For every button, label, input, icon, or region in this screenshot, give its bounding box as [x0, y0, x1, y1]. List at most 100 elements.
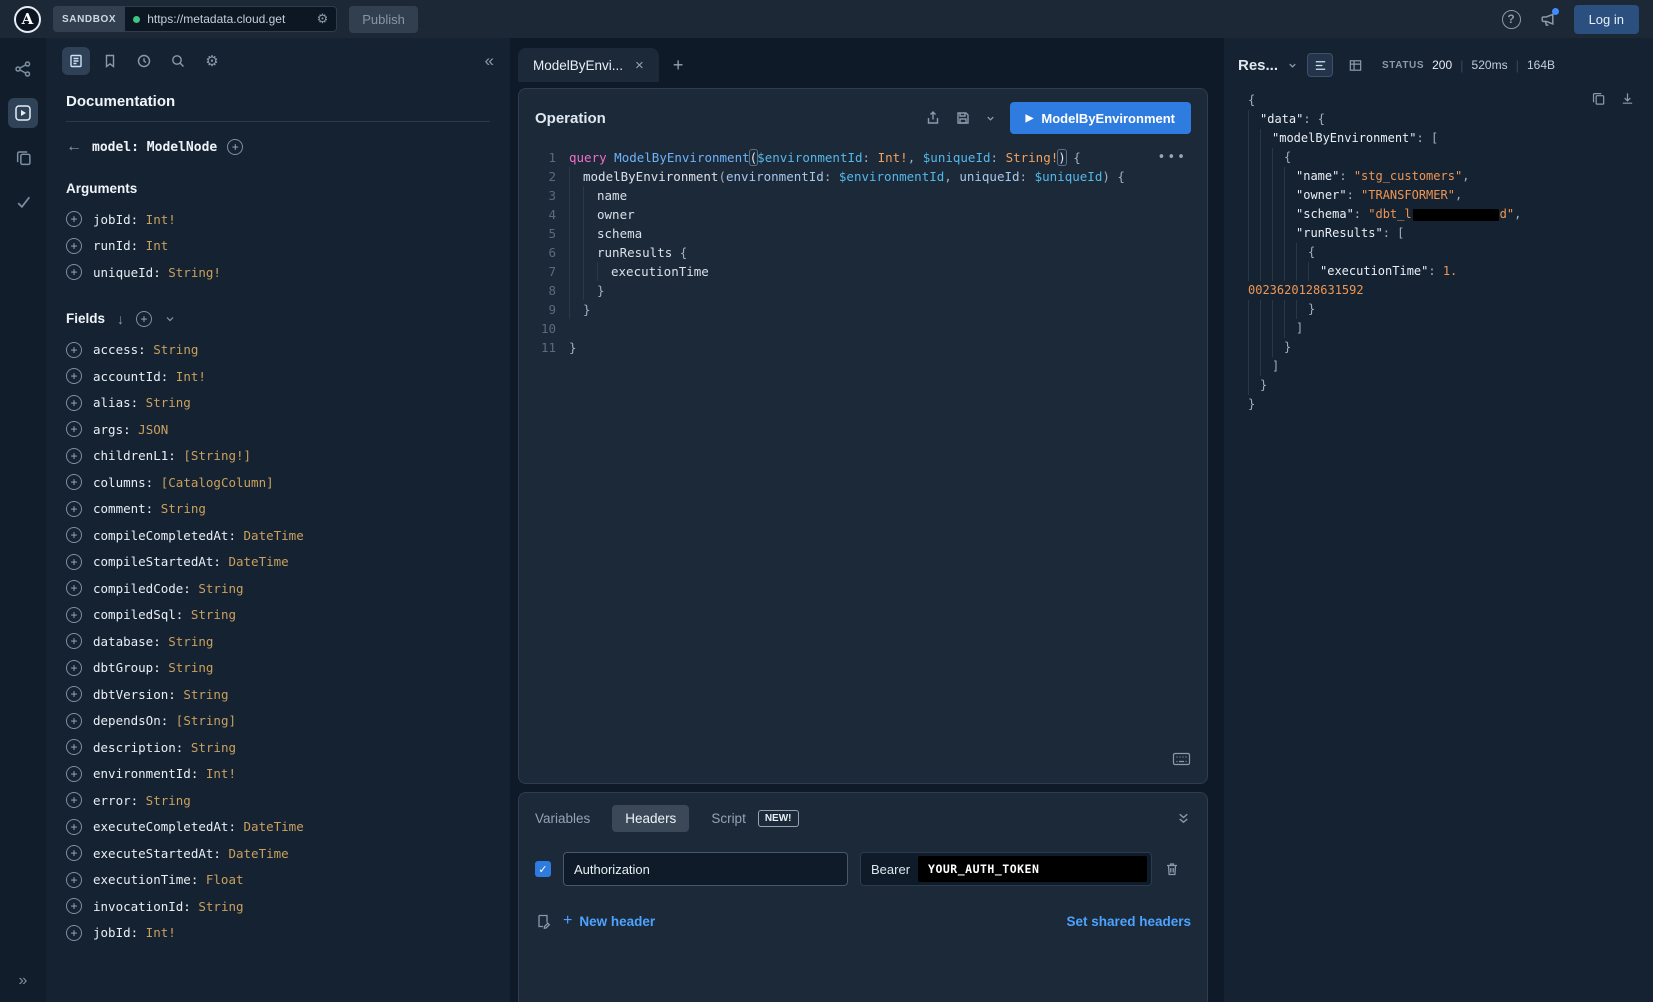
- field-type[interactable]: String: [191, 899, 244, 914]
- collections-bookmark-icon[interactable]: [96, 47, 124, 75]
- login-button[interactable]: Log in: [1574, 5, 1639, 34]
- field-name[interactable]: environmentId:: [93, 766, 198, 781]
- add-field-icon[interactable]: +: [66, 474, 82, 490]
- add-field-icon[interactable]: +: [66, 633, 82, 649]
- doc-field-row[interactable]: +error: String: [66, 787, 490, 814]
- add-type-icon[interactable]: +: [227, 139, 243, 155]
- code-line[interactable]: 8}: [519, 281, 1207, 300]
- operation-tab[interactable]: ModelByEnvi... ×: [518, 48, 659, 82]
- field-type[interactable]: String: [138, 793, 191, 808]
- doc-field-row[interactable]: +jobId: Int!: [66, 920, 490, 947]
- field-name[interactable]: executeStartedAt:: [93, 846, 221, 861]
- add-field-icon[interactable]: +: [66, 264, 82, 280]
- sort-fields-icon[interactable]: ↓: [117, 311, 124, 327]
- field-name[interactable]: executeCompletedAt:: [93, 819, 236, 834]
- add-field-icon[interactable]: +: [66, 238, 82, 254]
- add-field-icon[interactable]: +: [66, 898, 82, 914]
- add-field-icon[interactable]: +: [66, 211, 82, 227]
- field-type[interactable]: String: [183, 607, 236, 622]
- field-name[interactable]: invocationId:: [93, 899, 191, 914]
- code-line[interactable]: 7executionTime: [519, 262, 1207, 281]
- field-name[interactable]: runId:: [93, 238, 138, 253]
- add-field-icon[interactable]: +: [66, 686, 82, 702]
- field-type[interactable]: Int!: [138, 212, 176, 227]
- apollo-logo[interactable]: A: [14, 6, 41, 33]
- field-type[interactable]: [CatalogColumn]: [153, 475, 273, 490]
- response-dropdown-chevron-icon[interactable]: [1287, 60, 1298, 71]
- add-field-icon[interactable]: +: [66, 342, 82, 358]
- field-type[interactable]: String: [183, 740, 236, 755]
- doc-field-row[interactable]: + dbtGroup: String: [66, 655, 490, 682]
- field-type[interactable]: String: [161, 634, 214, 649]
- field-name[interactable]: dbtGroup:: [93, 660, 161, 675]
- code-line[interactable]: 2modelByEnvironment(environmentId: $envi…: [519, 167, 1207, 186]
- field-type[interactable]: Int!: [198, 766, 236, 781]
- field-name[interactable]: columns:: [93, 475, 153, 490]
- breadcrumb-type[interactable]: ModelNode: [147, 140, 217, 155]
- field-type[interactable]: Int!: [138, 925, 176, 940]
- add-field-icon[interactable]: +: [66, 819, 82, 835]
- field-type[interactable]: Int: [138, 238, 168, 253]
- add-field-icon[interactable]: +: [66, 660, 82, 676]
- add-field-icon[interactable]: +: [66, 395, 82, 411]
- formatted-view-icon[interactable]: [1307, 53, 1333, 77]
- history-icon[interactable]: [130, 47, 158, 75]
- keyboard-shortcuts-icon[interactable]: [1172, 752, 1191, 767]
- close-tab-icon[interactable]: ×: [635, 57, 644, 74]
- field-name[interactable]: compiledCode:: [93, 581, 191, 596]
- header-value-input[interactable]: Bearer YOUR_AUTH_TOKEN: [860, 852, 1152, 886]
- header-key-input[interactable]: [563, 852, 848, 886]
- add-all-fields-icon[interactable]: +: [136, 311, 152, 327]
- doc-field-row[interactable]: + executeCompletedAt: DateTime: [66, 814, 490, 841]
- doc-field-row[interactable]: +args: JSON: [66, 416, 490, 443]
- fields-options-chevron-icon[interactable]: [164, 313, 176, 325]
- code-line[interactable]: 3name: [519, 186, 1207, 205]
- doc-field-row[interactable]: +access: String: [66, 337, 490, 364]
- field-name[interactable]: uniqueId:: [93, 265, 161, 280]
- add-tab-icon[interactable]: +: [673, 55, 684, 82]
- auth-token-value[interactable]: YOUR_AUTH_TOKEN: [918, 856, 1147, 882]
- doc-field-row[interactable]: + runId: Int: [66, 233, 490, 260]
- add-field-icon[interactable]: +: [66, 845, 82, 861]
- field-name[interactable]: description:: [93, 740, 183, 755]
- field-type[interactable]: String: [161, 660, 214, 675]
- run-operation-button[interactable]: ▶ ModelByEnvironment: [1010, 102, 1191, 134]
- field-type[interactable]: DateTime: [221, 846, 289, 861]
- code-line[interactable]: 4owner: [519, 205, 1207, 224]
- add-field-icon[interactable]: +: [66, 580, 82, 596]
- doc-field-row[interactable]: + executeStartedAt: DateTime: [66, 840, 490, 867]
- expand-rail-icon[interactable]: »: [19, 972, 28, 990]
- field-type[interactable]: DateTime: [236, 819, 304, 834]
- doc-field-row[interactable]: +jobId: Int!: [66, 206, 490, 233]
- add-field-icon[interactable]: +: [66, 501, 82, 517]
- doc-field-row[interactable]: +comment: String: [66, 496, 490, 523]
- endpoint-url[interactable]: https://metadata.cloud.get: [147, 12, 309, 26]
- add-field-icon[interactable]: +: [66, 792, 82, 808]
- checks-icon[interactable]: [8, 186, 38, 216]
- doc-field-row[interactable]: +accountId: Int!: [66, 363, 490, 390]
- header-enabled-checkbox[interactable]: ✓: [535, 861, 551, 877]
- save-operation-icon[interactable]: [955, 110, 971, 126]
- search-icon[interactable]: [164, 47, 192, 75]
- publish-button[interactable]: Publish: [349, 6, 418, 33]
- doc-field-row[interactable]: +compileStartedAt: DateTime: [66, 549, 490, 576]
- doc-field-row[interactable]: + invocationId: String: [66, 893, 490, 920]
- field-type[interactable]: Int!: [168, 369, 206, 384]
- documentation-tab-icon[interactable]: [62, 47, 90, 75]
- field-type[interactable]: String: [191, 581, 244, 596]
- download-response-icon[interactable]: [1620, 91, 1635, 106]
- field-name[interactable]: comment:: [93, 501, 153, 516]
- save-dropdown-chevron-icon[interactable]: [985, 113, 996, 124]
- field-name[interactable]: dbtVersion:: [93, 687, 176, 702]
- doc-field-row[interactable]: +dependsOn: [String]: [66, 708, 490, 735]
- field-name[interactable]: args:: [93, 422, 131, 437]
- doc-field-row[interactable]: +childrenL1: [String!]: [66, 443, 490, 470]
- share-operation-icon[interactable]: [925, 110, 941, 126]
- operation-collection-icon[interactable]: [8, 142, 38, 172]
- field-type[interactable]: Float: [198, 872, 243, 887]
- response-title[interactable]: Res...: [1238, 57, 1278, 74]
- endpoint-input[interactable]: https://metadata.cloud.get ⚙: [125, 6, 337, 32]
- schema-builder-icon[interactable]: [8, 54, 38, 84]
- code-line[interactable]: 10: [519, 319, 1207, 338]
- help-icon[interactable]: ?: [1502, 10, 1521, 29]
